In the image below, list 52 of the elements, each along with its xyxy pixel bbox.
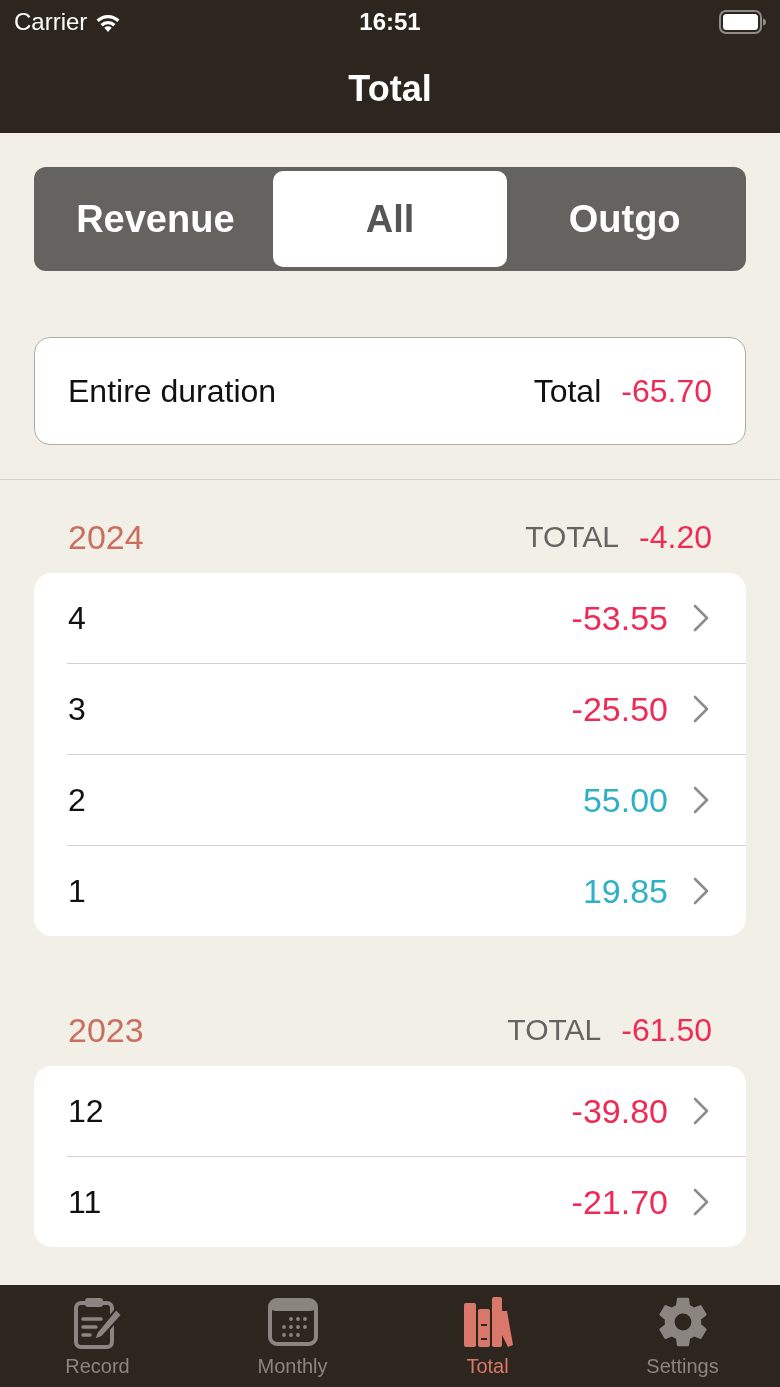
wifi-icon [95, 12, 122, 32]
segment-tab[interactable]: Revenue [38, 171, 273, 267]
total-amount: -65.70 [621, 372, 712, 410]
tab-label: Record [65, 1355, 130, 1378]
chevron-icon [692, 785, 710, 815]
month-amount: 55.00 [582, 780, 668, 820]
chevron-icon [692, 694, 710, 724]
duration-label: Entire duration [68, 372, 278, 410]
month-amount: -53.55 [571, 598, 668, 638]
month-amount: 19.85 [582, 871, 668, 911]
month-label: 1 [68, 872, 87, 910]
year-total-label: TOTAL [507, 1012, 602, 1048]
month-label: 4 [68, 599, 87, 637]
segment-tab[interactable]: Outgo [507, 171, 742, 267]
year-total-amount: -4.20 [639, 518, 712, 557]
total-label: Total [533, 372, 602, 410]
month-amount: -25.50 [571, 689, 668, 729]
month-row[interactable]: 12 -39.80 [34, 1066, 746, 1156]
month-amount: -21.70 [571, 1182, 668, 1222]
calendar-icon [266, 1295, 319, 1349]
year-total-label: TOTAL [525, 519, 620, 555]
segment-tab[interactable]: All [272, 171, 508, 267]
tab-label: Monthly [257, 1355, 328, 1378]
screen-title: Total [348, 67, 432, 110]
tab-label: Settings [646, 1355, 719, 1378]
month-label: 11 [68, 1183, 103, 1221]
carrier-label: Carrier [14, 8, 88, 36]
month-label: 2 [68, 781, 87, 819]
month-row[interactable]: 3 -25.50 [34, 664, 746, 754]
year-total-amount: -61.50 [621, 1011, 712, 1050]
month-row[interactable]: 11 -21.70 [34, 1157, 746, 1247]
chevron-icon [692, 876, 710, 906]
status-time: 16:51 [359, 8, 421, 36]
month-row[interactable]: 1 19.85 [34, 846, 746, 936]
month-label: 3 [68, 690, 87, 728]
tab-bar-item[interactable]: Settings [585, 1285, 780, 1387]
chevron-icon [692, 1096, 710, 1126]
books-icon [461, 1295, 514, 1349]
tab-bar-item[interactable]: Monthly [195, 1285, 390, 1387]
month-label: 12 [68, 1092, 105, 1130]
battery-icon [719, 10, 766, 34]
month-row[interactable]: 2 55.00 [34, 755, 746, 845]
year-heading: 2023 [68, 1010, 145, 1050]
tab-bar-item[interactable]: Total [390, 1285, 585, 1387]
clipboard-pencil-icon [71, 1295, 124, 1349]
chevron-icon [692, 603, 710, 633]
year-heading: 2024 [68, 517, 145, 557]
chevron-icon [692, 1187, 710, 1217]
month-row[interactable]: 4 -53.55 [34, 573, 746, 663]
tab-bar-item[interactable]: Record [0, 1285, 195, 1387]
tab-label: Total [466, 1355, 509, 1378]
month-amount: -39.80 [571, 1091, 668, 1131]
